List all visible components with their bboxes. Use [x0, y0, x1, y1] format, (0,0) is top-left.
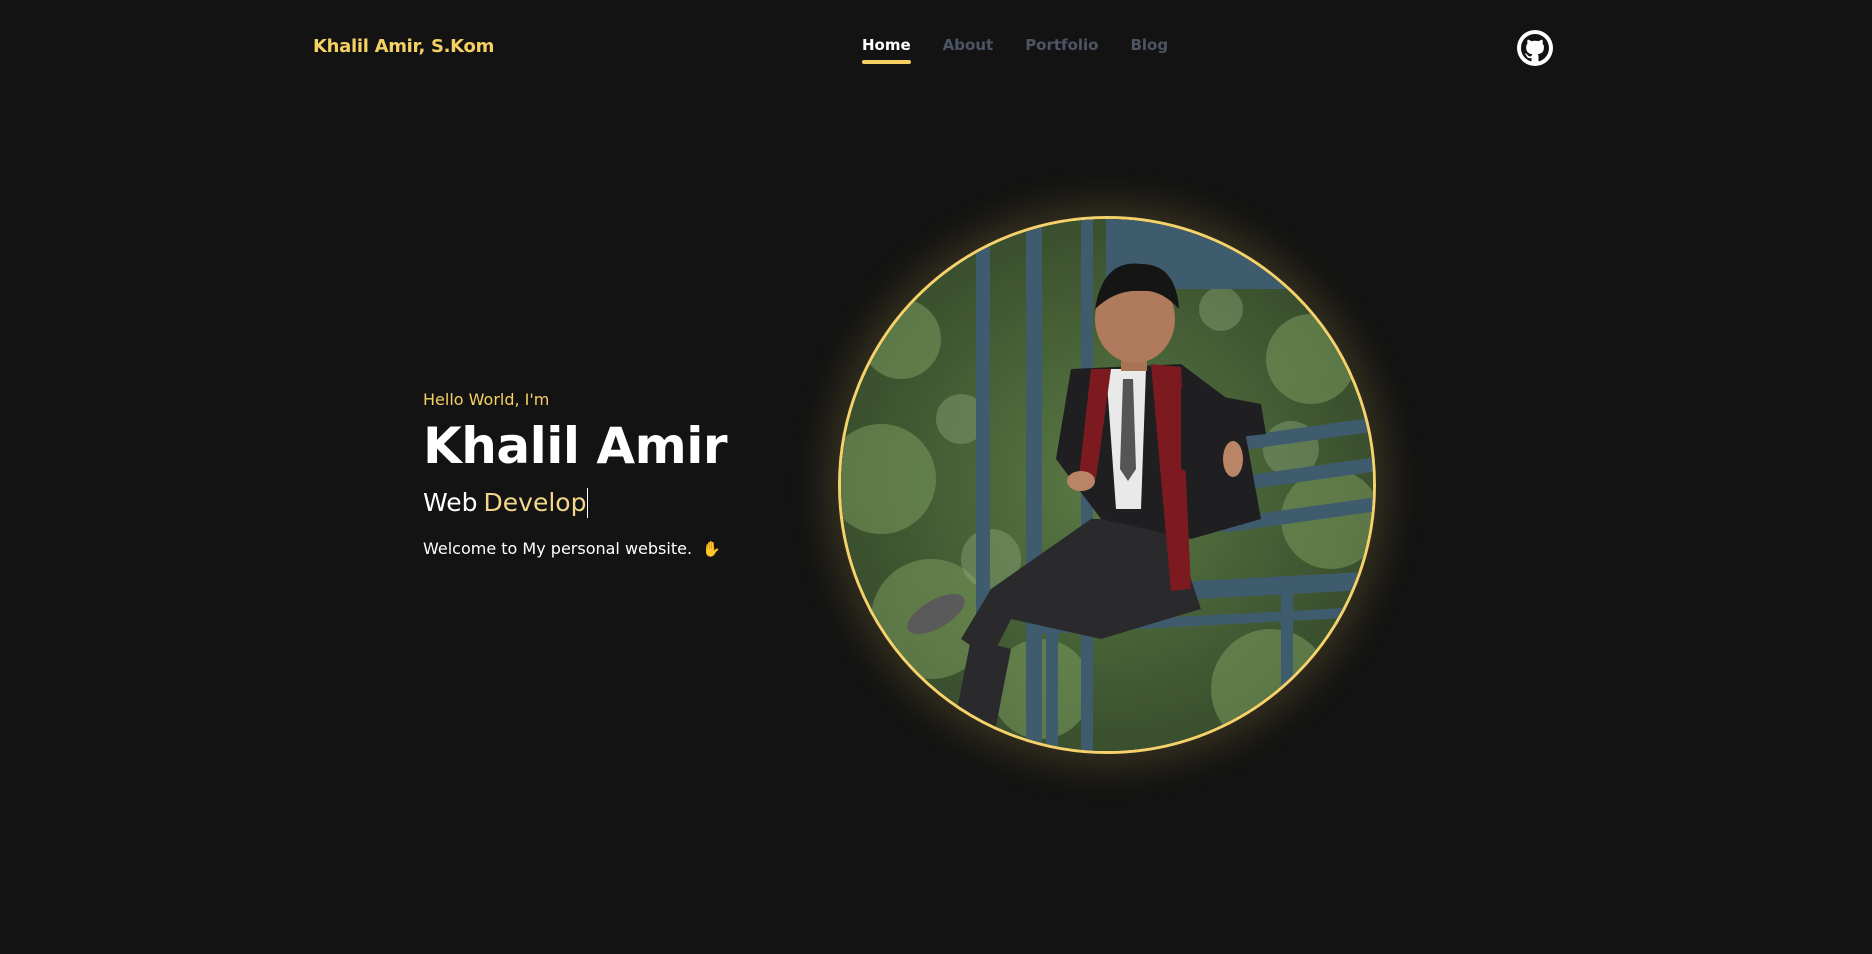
page: Khalil Amir, S.Kom Home About Portfolio … [0, 0, 1872, 954]
hero-name: Khalil Amir [423, 417, 728, 475]
hero-intro: Hello World, I'm Khalil Amir Web Develop… [423, 390, 823, 558]
welcome-text: Welcome to My personal website. [423, 539, 693, 558]
profile-photo-illustration [841, 219, 1373, 751]
waving-hand-icon: ✋ [702, 539, 721, 558]
brand-logo[interactable]: Khalil Amir, S.Kom [313, 36, 494, 57]
github-button[interactable] [1517, 30, 1553, 66]
nav-item-about[interactable]: About [943, 36, 994, 64]
nav-item-blog[interactable]: Blog [1130, 36, 1168, 64]
profile-photo [838, 216, 1376, 754]
role-static-text: Web [423, 488, 478, 517]
hero-welcome: Welcome to My personal website. ✋ [423, 539, 823, 558]
typing-cursor [587, 488, 589, 518]
github-icon [1521, 34, 1549, 62]
hero-greeting: Hello World, I'm [423, 390, 550, 409]
nav-item-portfolio[interactable]: Portfolio [1025, 36, 1098, 64]
nav-item-home[interactable]: Home [862, 36, 911, 64]
role-typed-text: Develop [483, 488, 587, 517]
hero-role: Web Develop [423, 487, 823, 519]
main-nav: Home About Portfolio Blog [862, 36, 1168, 64]
